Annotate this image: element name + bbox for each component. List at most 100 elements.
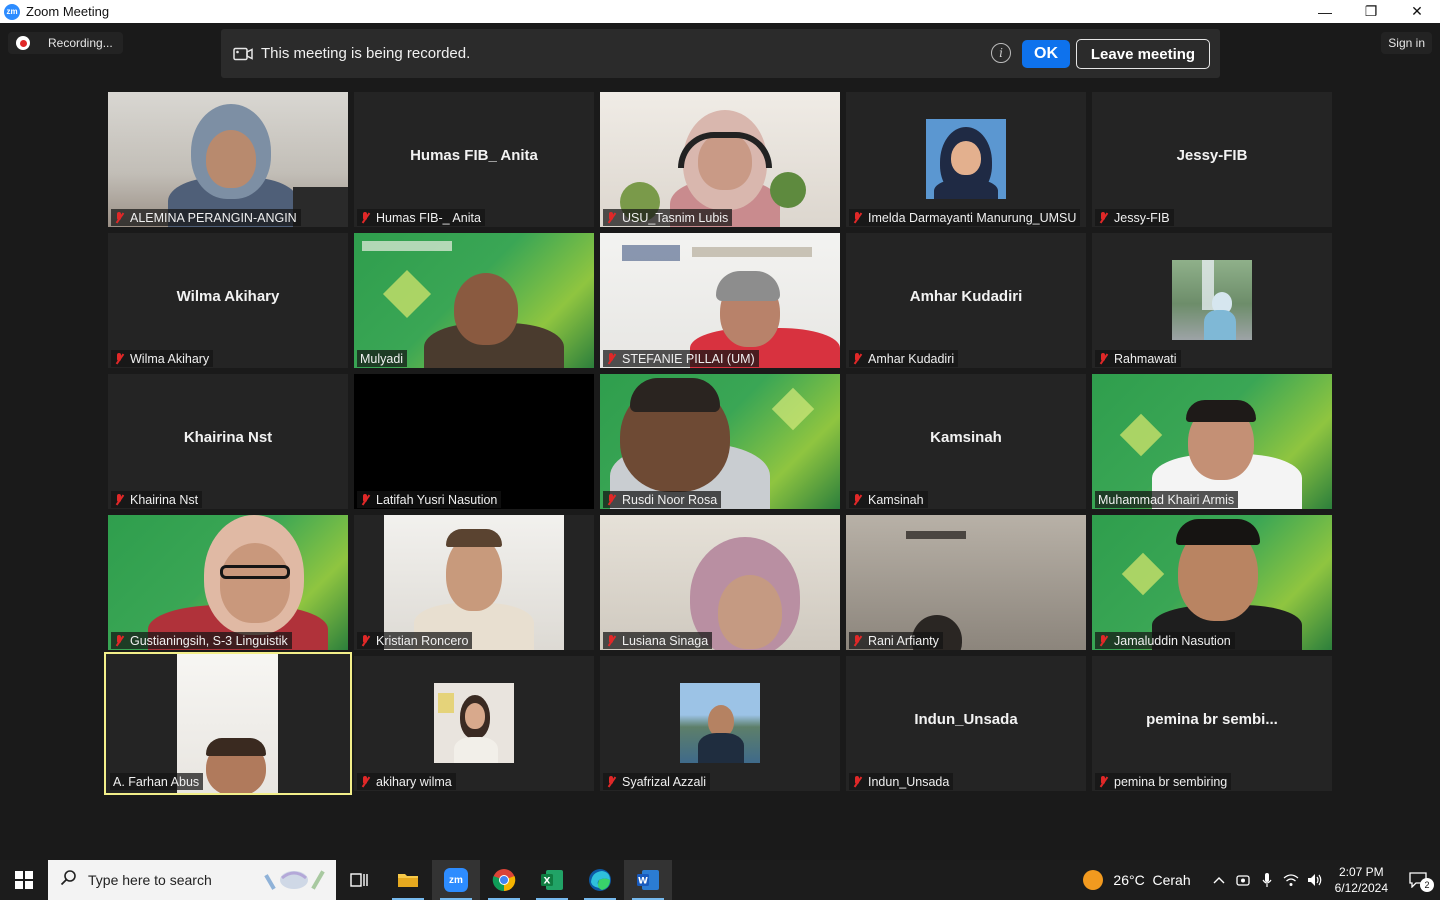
task-view-icon[interactable]	[336, 860, 384, 900]
participant-name-label: Mulyadi	[357, 350, 408, 367]
minimize-button[interactable]: —	[1302, 0, 1348, 23]
ok-button[interactable]: OK	[1022, 40, 1070, 68]
mic-muted-icon	[1098, 211, 1108, 224]
participant-center-name: Humas FIB_ Anita	[410, 147, 538, 164]
meet-now-icon[interactable]	[1231, 860, 1255, 900]
network-icon[interactable]	[1279, 860, 1303, 900]
participant-tile[interactable]: Muhammad Khairi Armis	[1092, 374, 1332, 509]
excel-icon[interactable]: X	[528, 860, 576, 900]
weather-widget[interactable]: 26°C Cerah	[1083, 870, 1191, 890]
mic-muted-icon	[852, 352, 862, 365]
windows-start-icon[interactable]	[0, 860, 48, 900]
participant-tile[interactable]: STEFANIE PILLAI (UM)	[600, 233, 840, 368]
participant-center-name: Amhar Kudadiri	[909, 288, 1023, 305]
participant-name-label: Latifah Yusri Nasution	[357, 491, 502, 508]
chrome-icon[interactable]	[480, 860, 528, 900]
participant-video	[354, 515, 594, 650]
sign-in-button[interactable]: Sign in	[1381, 32, 1432, 54]
participant-tile[interactable]: Amhar Kudadiri Amhar Kudadiri	[846, 233, 1086, 368]
mic-muted-icon	[114, 493, 124, 506]
participant-name-label: ALEMINA PERANGIN-ANGIN	[111, 209, 301, 226]
participant-video	[600, 233, 840, 368]
clock-time: 2:07 PM	[1338, 865, 1384, 879]
system-tray: 26°C Cerah 2:07 PM 6/12/2024 2	[1083, 860, 1440, 900]
participant-name-label: Indun_Unsada	[849, 773, 954, 790]
close-button[interactable]: ✕	[1394, 0, 1440, 23]
mic-muted-icon	[360, 211, 370, 224]
participant-tile[interactable]: Mulyadi	[354, 233, 594, 368]
participant-video	[600, 374, 840, 509]
svg-text:W: W	[638, 877, 648, 887]
search-icon	[60, 869, 78, 892]
participant-tile[interactable]: Imelda Darmayanti Manurung_UMSU	[846, 92, 1086, 227]
leave-meeting-button[interactable]: Leave meeting	[1076, 39, 1210, 69]
participant-tile[interactable]: ALEMINA PERANGIN-ANGIN	[108, 92, 348, 227]
participant-video	[600, 92, 840, 227]
participant-tile[interactable]: Rahmawati	[1092, 233, 1332, 368]
file-explorer-icon[interactable]	[384, 860, 432, 900]
svg-text:X: X	[544, 877, 551, 887]
mic-muted-icon	[852, 634, 862, 647]
participant-center-name: Wilma Akihary	[176, 288, 280, 305]
participant-tile[interactable]: USU_Tasnim Lubis	[600, 92, 840, 227]
participant-tile[interactable]: akihary wilma	[354, 656, 594, 791]
participant-name-label: Khairina Nst	[111, 491, 203, 508]
participant-video	[354, 233, 594, 368]
windows-taskbar: Type here to search zm X W 26°C Cerah 2:…	[0, 860, 1440, 900]
edge-icon[interactable]	[576, 860, 624, 900]
taskbar-search-box[interactable]: Type here to search	[48, 860, 336, 900]
participant-video	[108, 92, 348, 227]
participant-name-label: Imelda Darmayanti Manurung_UMSU	[849, 209, 1081, 226]
participant-tile[interactable]: Gustianingsih, S-3 Linguistik	[108, 515, 348, 650]
participant-name-label: akihary wilma	[357, 773, 456, 790]
participant-tile[interactable]: Rani Arfianty	[846, 515, 1086, 650]
participant-tile[interactable]: Jessy-FIB Jessy-FIB	[1092, 92, 1332, 227]
participant-video	[846, 515, 1086, 650]
mic-muted-icon	[360, 493, 370, 506]
taskbar-clock[interactable]: 2:07 PM 6/12/2024	[1335, 864, 1388, 896]
zoom-app-icon[interactable]: zm	[432, 860, 480, 900]
participant-avatar	[1172, 260, 1252, 340]
participant-name-label: Jamaluddin Nasution	[1095, 632, 1235, 649]
window-titlebar: zm Zoom Meeting — ❐ ✕	[0, 0, 1440, 23]
participant-tile[interactable]: Humas FIB_ Anita Humas FIB-_ Anita	[354, 92, 594, 227]
participant-avatar	[926, 119, 1006, 199]
participant-tile[interactable]: Wilma Akihary Wilma Akihary	[108, 233, 348, 368]
participant-tile[interactable]: pemina br sembi... pemina br sembiring	[1092, 656, 1332, 791]
participant-name-label: A. Farhan Abus	[110, 773, 204, 790]
participant-name-label: Rahmawati	[1095, 350, 1181, 367]
meeting-area: Recording... This meeting is being recor…	[0, 23, 1440, 860]
participant-center-name: Jessy-FIB	[1176, 147, 1248, 164]
word-icon[interactable]: W	[624, 860, 672, 900]
participant-tile[interactable]: Khairina Nst Khairina Nst	[108, 374, 348, 509]
participant-center-name: Indun_Unsada	[914, 711, 1018, 728]
participant-tile[interactable]: Rusdi Noor Rosa	[600, 374, 840, 509]
participant-tile[interactable]: Jamaluddin Nasution	[1092, 515, 1332, 650]
mic-muted-icon	[606, 352, 616, 365]
participant-tile[interactable]: Kamsinah Kamsinah	[846, 374, 1086, 509]
chevron-up-icon[interactable]	[1207, 860, 1231, 900]
recording-indicator[interactable]: Recording...	[8, 32, 123, 54]
mic-muted-icon	[606, 634, 616, 647]
participant-name-label: Rusdi Noor Rosa	[603, 491, 722, 508]
restore-button[interactable]: ❐	[1348, 0, 1394, 23]
info-icon[interactable]: i	[991, 43, 1011, 63]
microphone-icon[interactable]	[1255, 860, 1279, 900]
participant-name-label: Wilma Akihary	[111, 350, 214, 367]
mic-muted-icon	[852, 211, 862, 224]
participant-tile-active-speaker[interactable]: A. Farhan Abus	[104, 652, 352, 795]
sun-icon	[1083, 870, 1104, 890]
zoom-logo-icon: zm	[4, 3, 20, 20]
mic-muted-icon	[606, 775, 616, 788]
mic-muted-icon	[1098, 352, 1108, 365]
participant-name-label: USU_Tasnim Lubis	[603, 209, 733, 226]
participant-tile[interactable]: Indun_Unsada Indun_Unsada	[846, 656, 1086, 791]
participant-tile[interactable]: Kristian Roncero	[354, 515, 594, 650]
participant-center-name: Kamsinah	[930, 429, 1002, 446]
participant-tile[interactable]: Latifah Yusri Nasution	[354, 374, 594, 509]
participant-tile[interactable]: Lusiana Sinaga	[600, 515, 840, 650]
notification-center-icon[interactable]: 2	[1396, 860, 1440, 900]
participant-tile[interactable]: Syafrizal Azzali	[600, 656, 840, 791]
search-placeholder: Type here to search	[88, 872, 212, 888]
volume-icon[interactable]	[1303, 860, 1327, 900]
